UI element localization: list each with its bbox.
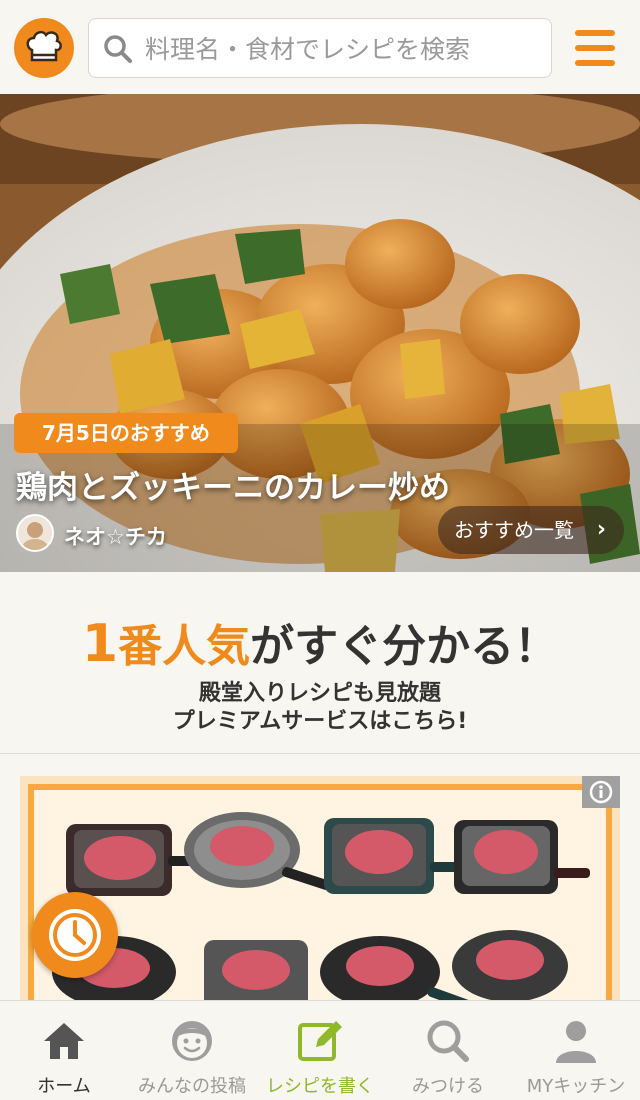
promo-sub-line1: 殿堂入りレシピも見放題 (198, 681, 441, 706)
more-label: おすすめ一覧 (454, 518, 574, 542)
promo-subtext: 殿堂入りレシピも見放題 プレミアムサービスはこちら! (0, 680, 640, 736)
ad-frame (28, 784, 612, 1006)
home-icon (44, 1023, 84, 1059)
edit-icon (298, 1021, 342, 1061)
premium-promo[interactable]: 1番人気がすぐ分かる！ 殿堂入りレシピも見放題 プレミアムサービスはこちら! (0, 572, 640, 754)
avatar[interactable] (16, 514, 54, 552)
pan-3 (324, 818, 468, 894)
search-icon (104, 35, 132, 63)
nav-label-find: みつける (412, 1076, 484, 1097)
promo-sub-line2: プレミアムサービスはこちら! (172, 709, 468, 734)
featured-recipe-banner[interactable]: 7月5日のおすすめ 鶏肉とズッキーニのカレー炒め ネオ☆チカ おすすめ一覧 › (0, 94, 640, 572)
nav-item-everyones-posts[interactable]: みんなの投稿 (128, 1001, 256, 1100)
promo-highlight: 番人気 (118, 621, 251, 672)
pan-1 (66, 824, 202, 896)
app-header (0, 0, 640, 94)
recipe-title[interactable]: 鶏肉とズッキーニのカレー炒め (16, 462, 450, 507)
hamburger-menu-icon[interactable] (570, 26, 620, 70)
nav-item-find[interactable]: みつける (384, 1001, 512, 1100)
smiley-face-icon (172, 1021, 212, 1061)
pan-row-2 (52, 930, 568, 1006)
ad-banner[interactable] (20, 776, 620, 1006)
pan-2 (184, 812, 331, 890)
recommendations-list-button[interactable]: おすすめ一覧 › (438, 506, 624, 554)
user-icon (556, 1021, 596, 1063)
promo-headline: 1番人気がすぐ分かる！ (0, 610, 640, 674)
promo-rest: がすぐ分かる！ (250, 621, 559, 672)
nav-item-home[interactable]: ホーム (0, 1001, 128, 1100)
nav-label-everyones-posts: みんなの投稿 (138, 1076, 246, 1097)
nav-item-write-recipe[interactable]: レシピを書く (256, 1001, 384, 1100)
nav-label-home: ホーム (37, 1076, 91, 1097)
ad-image (52, 812, 590, 1006)
search-icon (427, 1020, 469, 1062)
chevron-right-icon: › (596, 517, 606, 542)
nav-item-my-kitchen[interactable]: MYキッチン (512, 1001, 640, 1100)
bottom-nav: ホーム みんなの投稿 レシピを書く みつける MYキッチン (0, 1000, 640, 1100)
search-input[interactable] (145, 29, 535, 69)
nav-label-my-kitchen: MYキッチン (526, 1076, 626, 1097)
promo-number: 1 (81, 614, 119, 674)
date-badge: 7月5日のおすすめ (14, 413, 238, 453)
search-box[interactable] (88, 18, 552, 78)
nav-label-write-recipe: レシピを書く (266, 1076, 374, 1097)
info-icon[interactable] (582, 776, 620, 808)
clock-icon[interactable] (32, 892, 118, 978)
author-name[interactable]: ネオ☆チカ (64, 521, 167, 551)
pan-4 (454, 820, 590, 894)
chef-hat-icon[interactable] (14, 18, 74, 78)
